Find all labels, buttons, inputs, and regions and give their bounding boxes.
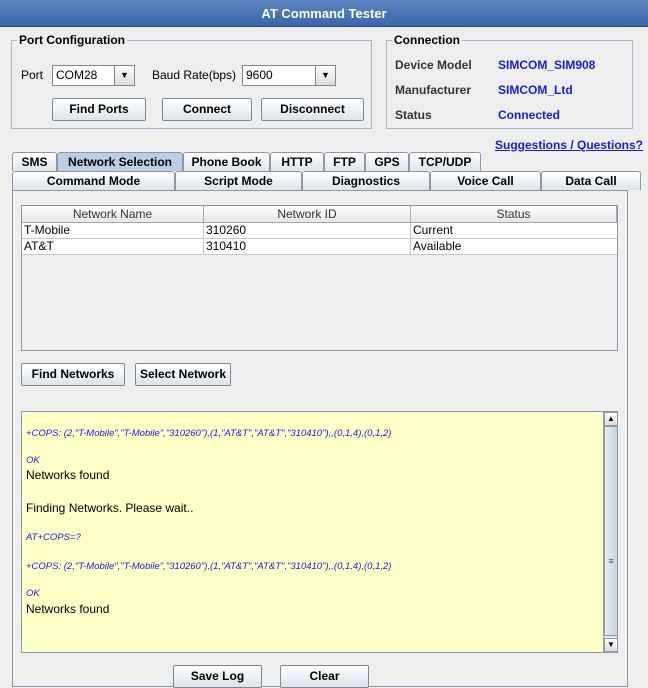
scroll-grip-icon: ≡ <box>608 556 614 566</box>
log-line: +COPS: (2,"T-Mobile","T-Mobile","310260"… <box>26 428 392 439</box>
log-line: OK <box>26 455 40 466</box>
device-model-value: SIMCOM_SIM908 <box>498 58 596 72</box>
connect-button[interactable]: Connect <box>162 98 252 121</box>
scroll-down-icon[interactable]: ▼ <box>604 638 618 652</box>
suggestions-link[interactable]: Suggestions / Questions? <box>495 138 643 152</box>
tab-voice-call[interactable]: Voice Call <box>430 171 541 190</box>
port-select[interactable]: COM28 ▼ <box>52 65 135 86</box>
status-value: Connected <box>498 108 561 122</box>
tab-tcp-udp[interactable]: TCP/UDP <box>409 152 481 171</box>
table-row[interactable]: AT&T 310410 Available <box>22 239 617 255</box>
tab-diagnostics[interactable]: Diagnostics <box>302 171 430 190</box>
log-line: +COPS: (2,"T-Mobile","T-Mobile","310260"… <box>26 561 392 572</box>
networks-table[interactable]: Network Name Network ID Status T-Mobile … <box>21 205 618 351</box>
find-ports-button[interactable]: Find Ports <box>52 98 146 121</box>
clear-button[interactable]: Clear <box>280 665 369 688</box>
log-output[interactable]: +COPS: (2,"T-Mobile","T-Mobile","310260"… <box>21 411 618 653</box>
find-networks-button[interactable]: Find Networks <box>21 363 125 386</box>
log-line: Networks found <box>26 602 110 616</box>
manufacturer-label: Manufacturer <box>395 83 472 97</box>
baud-rate-label: Baud Rate(bps) <box>152 68 237 82</box>
tab-ftp[interactable]: FTP <box>324 152 365 171</box>
port-select-value: COM28 <box>56 68 98 82</box>
tab-sms[interactable]: SMS <box>12 152 57 171</box>
status-label: Status <box>395 108 432 122</box>
tab-gps[interactable]: GPS <box>365 152 409 171</box>
disconnect-button[interactable]: Disconnect <box>261 98 364 121</box>
baud-rate-select-value: 9600 <box>246 68 273 82</box>
scrollbar-thumb[interactable]: ≡ <box>604 426 618 636</box>
connection-title: Connection <box>392 33 462 47</box>
table-cell-network-id: 310410 <box>204 239 411 255</box>
device-model-label: Device Model <box>395 58 472 72</box>
log-line: Networks found <box>26 468 110 482</box>
scroll-up-icon[interactable]: ▲ <box>604 412 618 426</box>
log-scrollbar[interactable]: ▲ ≡ ▼ <box>603 412 618 652</box>
log-line: Finding Networks. Please wait.. <box>26 501 194 515</box>
tab-data-call[interactable]: Data Call <box>541 171 641 190</box>
tab-http[interactable]: HTTP <box>270 152 324 171</box>
tab-command-mode[interactable]: Command Mode <box>12 171 175 190</box>
table-cell-status: Current <box>413 223 454 237</box>
tab-phone-book[interactable]: Phone Book <box>183 152 270 171</box>
select-network-button[interactable]: Select Network <box>135 363 231 386</box>
window-title-bar: AT Command Tester <box>0 0 648 27</box>
manufacturer-value: SIMCOM_Ltd <box>498 83 573 97</box>
log-line: AT+COPS=? <box>26 532 81 543</box>
table-row[interactable]: T-Mobile 310260 Current <box>22 223 617 239</box>
port-label: Port <box>21 68 44 82</box>
tab-network-selection[interactable]: Network Selection <box>57 152 183 171</box>
port-configuration-title: Port Configuration <box>17 33 127 47</box>
table-cell-network-name: AT&T <box>22 239 204 255</box>
column-header-status[interactable]: Status <box>411 206 617 223</box>
tab-script-mode[interactable]: Script Mode <box>175 171 302 190</box>
table-cell-network-id: 310260 <box>204 223 411 239</box>
log-line: OK <box>26 588 40 599</box>
window-title: AT Command Tester <box>261 6 387 21</box>
save-log-button[interactable]: Save Log <box>173 665 262 688</box>
table-cell-network-name: T-Mobile <box>22 223 204 239</box>
chevron-down-icon[interactable]: ▼ <box>315 66 335 85</box>
column-header-network-name[interactable]: Network Name <box>22 206 204 223</box>
table-cell-status: Available <box>413 239 462 253</box>
chevron-down-icon[interactable]: ▼ <box>114 66 134 85</box>
column-header-network-id[interactable]: Network ID <box>204 206 411 223</box>
baud-rate-select[interactable]: 9600 ▼ <box>242 65 336 86</box>
